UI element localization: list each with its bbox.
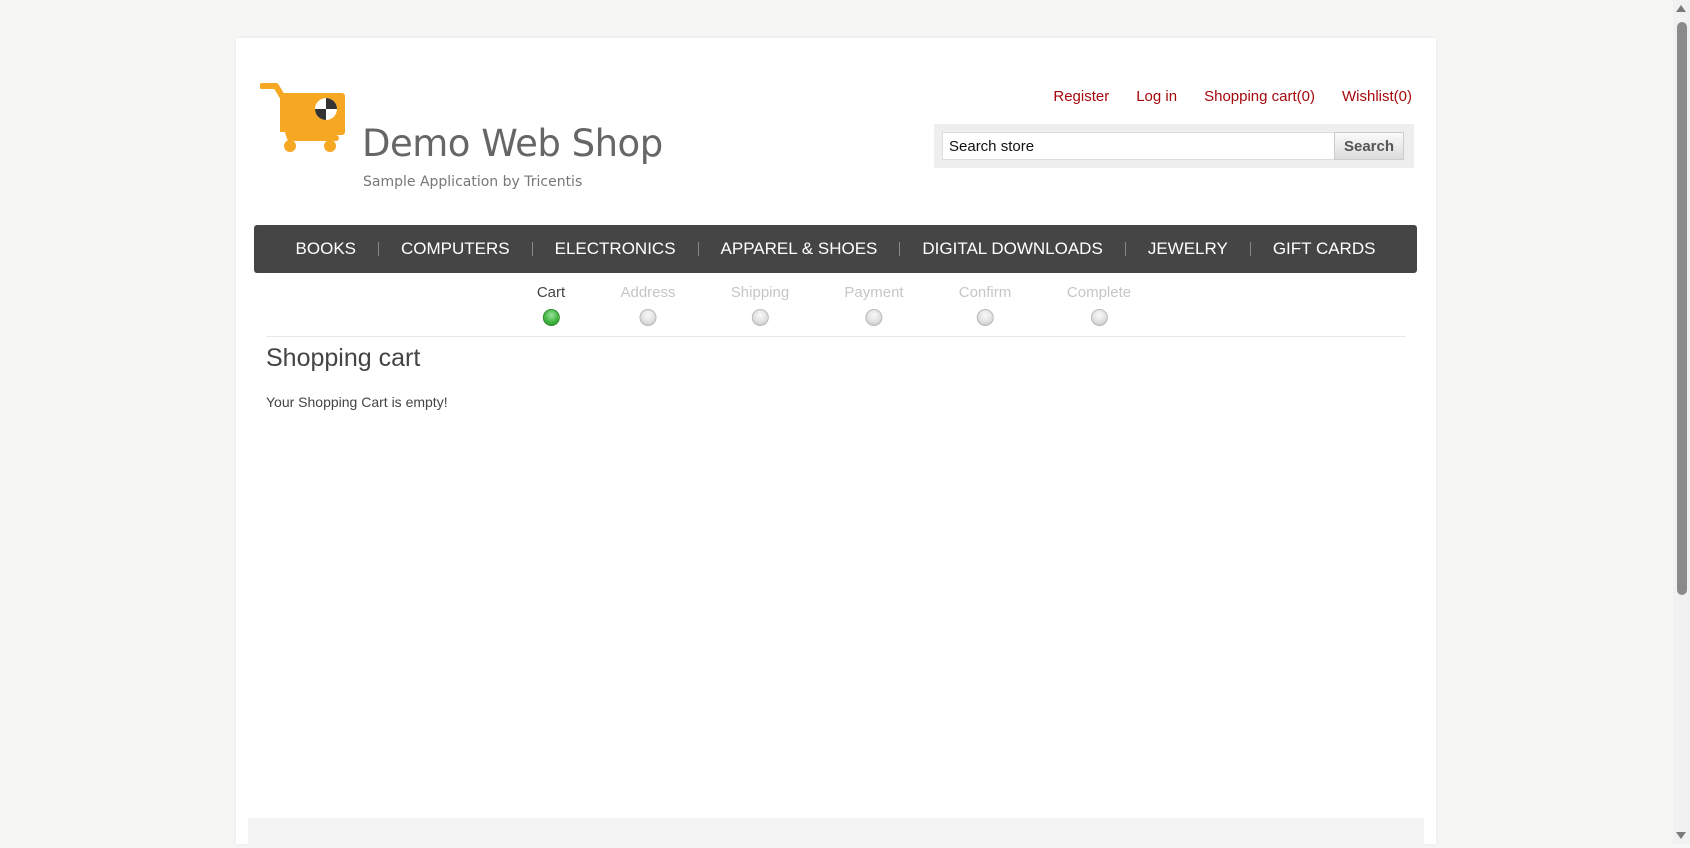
step-indicator-icon [1090,309,1108,326]
menu-item-electronics[interactable]: ELECTRONICS [533,239,698,259]
empty-cart-message: Your Shopping Cart is empty! [266,394,448,410]
header-links: Register Log in Shopping cart(0) Wishlis… [1026,88,1412,105]
search-box: Search [934,124,1414,168]
step-indicator-icon [976,309,994,326]
shopping-cart-link[interactable]: Shopping cart(0) [1204,88,1315,105]
search-button[interactable]: Search [1334,132,1404,160]
progress-step-label: Confirm [958,284,1012,301]
progress-step-label: Cart [536,284,566,301]
logo-title: Demo Web Shop [362,122,663,165]
menu-item-jewelry[interactable]: JEWELRY [1126,239,1250,259]
search-input[interactable] [942,132,1336,160]
scrollbar-thumb[interactable] [1677,22,1687,595]
top-menu: BOOKS COMPUTERS ELECTRONICS APPAREL & SH… [254,225,1417,273]
menu-item-digital-downloads[interactable]: DIGITAL DOWNLOADS [900,239,1124,259]
vertical-scrollbar[interactable] [1673,0,1690,844]
progress-step-complete: Complete [1067,284,1131,326]
menu-item-books[interactable]: BOOKS [274,239,378,259]
wishlist-link[interactable]: Wishlist(0) [1342,88,1412,105]
progress-step-shipping: Shipping [731,284,789,326]
step-indicator-icon [751,309,769,326]
progress-step-label: Address [620,284,676,301]
menu-item-computers[interactable]: COMPUTERS [379,239,532,259]
login-link[interactable]: Log in [1136,88,1177,105]
progress-step-label: Complete [1066,284,1132,301]
menu-item-apparel-shoes[interactable]: APPAREL & SHOES [699,239,900,259]
menu-item-gift-cards[interactable]: GIFT CARDS [1251,239,1398,259]
progress-step-label: Shipping [730,284,790,301]
logo-subtitle: Sample Application by Tricentis [363,174,583,190]
page-title: Shopping cart [266,344,421,372]
step-indicator-icon [542,309,560,326]
progress-step-address: Address [620,284,676,326]
divider [266,336,1406,337]
step-indicator-icon [865,309,883,326]
scroll-down-arrow-icon[interactable] [1676,832,1686,839]
shopping-cart-logo-icon [260,83,345,152]
progress-step-cart[interactable]: Cart [537,284,565,326]
register-link[interactable]: Register [1053,88,1109,105]
step-indicator-icon [639,309,657,326]
scroll-up-arrow-icon[interactable] [1676,5,1686,12]
progress-step-confirm: Confirm [958,284,1012,326]
progress-step-label: Payment [844,284,904,301]
progress-step-payment: Payment [844,284,904,326]
logo[interactable]: Demo Web Shop Sample Application by Tric… [260,82,663,202]
page-container: Demo Web Shop Sample Application by Tric… [236,38,1436,848]
